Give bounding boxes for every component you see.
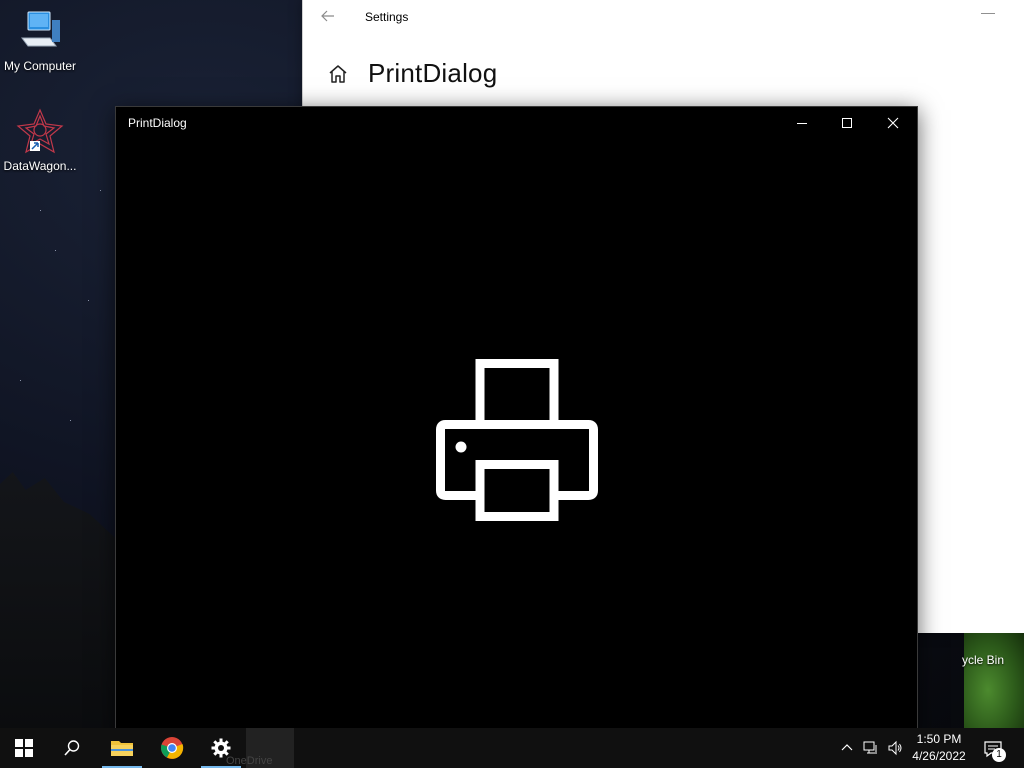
taskbar-chrome[interactable] [148, 728, 196, 768]
network-monitor-icon [863, 741, 877, 754]
desktop-icon-label: My Computer [3, 59, 77, 73]
settings-window-title: Settings [365, 10, 409, 24]
print-window-title: PrintDialog [128, 116, 187, 130]
taskbar: OneDrive 1:50 PM 4/26/2022 1 [0, 728, 1024, 768]
minimize-icon [797, 123, 807, 124]
folder-icon [111, 741, 133, 756]
close-icon [887, 117, 899, 129]
network-icon[interactable] [862, 738, 880, 758]
taskbar-file-explorer[interactable] [98, 728, 146, 768]
recycle-bin-label: ycle Bin [962, 653, 1005, 667]
star [70, 420, 71, 421]
datawagon-icon [16, 108, 64, 156]
start-button[interactable] [0, 728, 48, 768]
minimize-button[interactable] [779, 107, 825, 139]
chrome-icon [161, 737, 184, 759]
maximize-button[interactable] [824, 107, 870, 139]
desktop-icon-my-computer[interactable]: My Computer [0, 8, 80, 73]
clock-time: 1:50 PM [916, 732, 962, 746]
star [40, 210, 41, 211]
clock-date: 4/26/2022 [912, 749, 966, 763]
star [100, 190, 101, 191]
windows-logo-icon [15, 739, 33, 757]
print-dialog-window[interactable]: PrintDialog [115, 106, 918, 742]
star [20, 380, 21, 381]
tray-overflow-chevron[interactable] [838, 738, 856, 758]
volume-icon[interactable] [886, 738, 904, 758]
close-button[interactable] [870, 107, 916, 139]
notification-count-badge: 1 [992, 748, 1006, 762]
printer-icon [436, 359, 598, 521]
settings-minimize-button[interactable]: — [979, 4, 997, 24]
taskbar-clock[interactable]: 1:50 PM 4/26/2022 [906, 731, 972, 765]
chevron-up-icon [841, 744, 853, 751]
maximize-icon [842, 118, 852, 128]
speaker-icon [888, 740, 902, 756]
star [55, 250, 56, 251]
star [88, 300, 89, 301]
search-button[interactable] [48, 728, 96, 768]
back-arrow-icon[interactable] [319, 8, 337, 26]
desktop-icon-label: DataWagon... [3, 159, 77, 173]
page-title: PrintDialog [368, 58, 498, 88]
computer-icon [16, 8, 64, 56]
recycle-bin-icon[interactable] [964, 633, 1024, 728]
search-icon [64, 740, 80, 756]
home-icon[interactable] [327, 63, 349, 85]
taskbar-ghost-label: OneDrive [226, 755, 273, 767]
desktop-icon-datawagon[interactable]: DataWagon... [0, 108, 80, 173]
